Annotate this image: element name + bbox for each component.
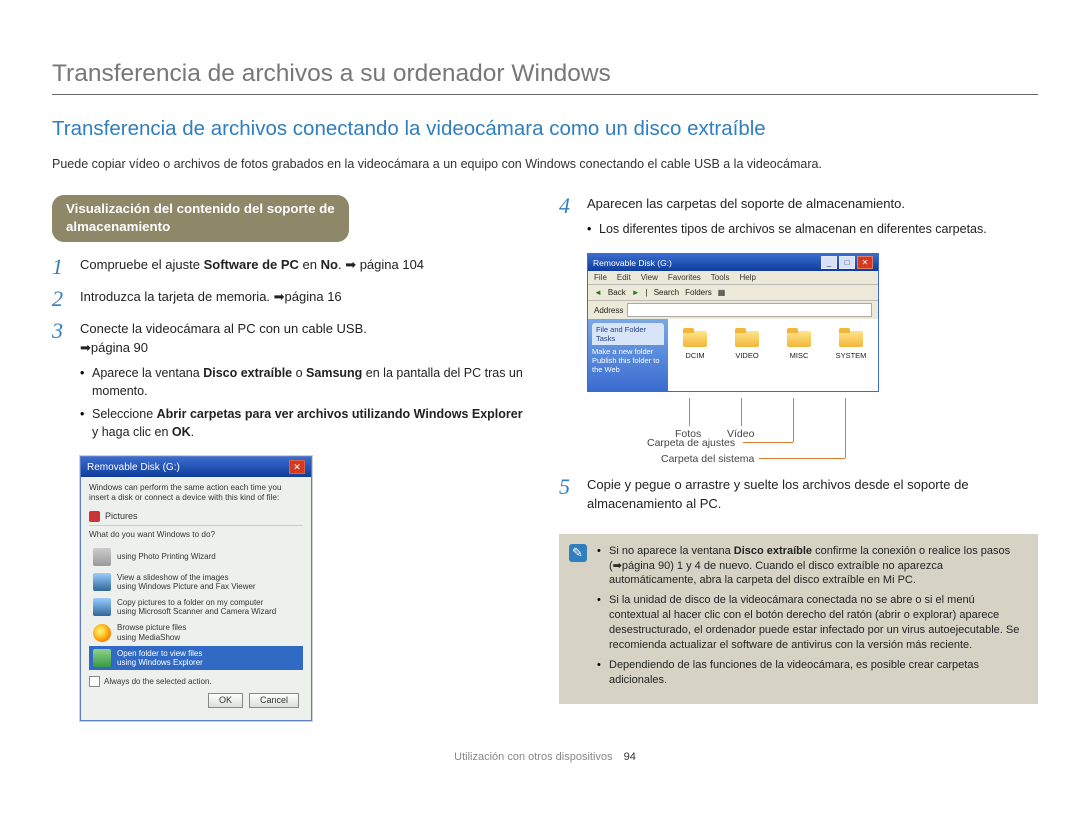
close-icon[interactable]: ✕ [289,460,305,474]
side-link-new-folder[interactable]: Make a new folder [592,347,664,356]
footer-section: Utilización con otros dispositivos [454,751,612,763]
step-5: 5 Copie y pegue o arrastre y suelte los … [559,476,1038,514]
folder-system[interactable]: SYSTEM [834,327,868,360]
folder-icon [681,327,709,349]
step-1: 1 Compruebe el ajuste Software de PC en … [52,256,531,278]
autoplay-titlebar: Removable Disk (G:) ✕ [81,457,311,477]
step-2: 2 Introduzca la tarjeta de memoria. ➡pág… [52,288,531,310]
explorer-content: DCIM VIDEO MISC SYSTEM [668,319,878,391]
menu-tools[interactable]: Tools [711,273,730,282]
autoplay-option-slideshow[interactable]: View a slideshow of the imagesusing Wind… [89,570,303,594]
note-icon [569,544,587,562]
s1-pre: Compruebe el ajuste [80,257,204,272]
pictures-icon [89,511,100,522]
note-box: Si no aparece la ventana Disco extraíble… [559,534,1038,705]
scanner-icon [93,598,111,616]
s1-bold1: Software de PC [204,257,299,272]
views-icon[interactable]: ▦ [718,288,726,297]
explorer-toolbar[interactable]: ◄ Back ► | Search Folders ▦ [588,284,878,300]
address-input[interactable] [627,303,872,317]
explorer-menubar[interactable]: File Edit View Favorites Tools Help [588,271,878,284]
step-2-number: 2 [52,288,70,310]
mediashow-icon [93,624,111,642]
autoplay-option-print[interactable]: using Photo Printing Wizard [89,545,303,569]
folders-button[interactable]: Folders [685,288,712,297]
subsection-pill: Visualización del contenido del soporte … [52,195,349,242]
s3-bullet1: Aparece la ventana Disco extraíble o Sam… [80,364,531,400]
maximize-icon[interactable]: □ [839,256,855,269]
folder-video[interactable]: VIDEO [730,327,764,360]
callout-ajustes: Carpeta de ajustes [647,437,735,449]
side-tasks-header: File and Folder Tasks [592,323,664,345]
folder-icon [785,327,813,349]
checkbox-icon[interactable] [89,676,100,687]
step-1-number: 1 [52,256,70,278]
title-rule [52,94,1038,95]
autoplay-dialog: Removable Disk (G:) ✕ Windows can perfor… [80,456,312,721]
autoplay-option-openfolder[interactable]: Open folder to view filesusing Windows E… [89,646,303,670]
menu-view[interactable]: View [641,273,658,282]
explorer-side-panel: File and Folder Tasks Make a new folder … [588,319,668,391]
folder-icon [733,327,761,349]
ok-button[interactable]: OK [208,693,243,708]
callout-sistema: Carpeta del sistema [661,453,754,465]
s3-bullet2: Seleccione Abrir carpetas para ver archi… [80,405,531,441]
s1-mid: en [299,257,321,272]
step-5-number: 5 [559,476,577,498]
note-item-2: Si la unidad de disco de la videocámara … [597,593,1024,652]
search-button[interactable]: Search [654,288,679,297]
explorer-titlebar: Removable Disk (G:) _ □ ✕ [588,254,878,271]
right-column: 4 Aparecen las carpetas del soporte de a… [559,195,1038,704]
autoplay-always-checkbox[interactable]: Always do the selected action. [89,676,303,687]
menu-file[interactable]: File [594,273,607,282]
s1-post: . ➡ página 104 [338,257,424,272]
side-link-publish[interactable]: Publish this folder to the Web [592,356,664,374]
minimize-icon[interactable]: _ [821,256,837,269]
pill-line2: almacenamiento [66,219,170,234]
autoplay-option-browse[interactable]: Browse picture filesusing MediaShow [89,620,303,644]
step-4: 4 Aparecen las carpetas del soporte de a… [559,195,1038,243]
footer-page-number: 94 [624,751,636,763]
s4-bullet: Los diferentes tipos de archivos se alma… [587,220,987,238]
back-icon[interactable]: ◄ [594,288,602,297]
left-column: Visualización del contenido del soporte … [52,195,531,721]
monitor-icon [93,573,111,591]
note-item-3: Dependiendo de las funciones de la video… [597,658,1024,688]
step-3-number: 3 [52,320,70,342]
page-title: Transferencia de archivos a su ordenador… [52,60,1038,88]
menu-edit[interactable]: Edit [617,273,631,282]
pill-line1: Visualización del contenido del soporte … [66,201,335,216]
page-footer: Utilización con otros dispositivos 94 [52,751,1038,763]
explorer-addressbar[interactable]: Address [588,300,878,319]
open-folder-icon [93,649,111,667]
note-item-1: Si no aparece la ventana Disco extraíble… [597,544,1024,589]
section-title: Transferencia de archivos conectando la … [52,117,1038,141]
back-button[interactable]: Back [608,288,626,297]
menu-help[interactable]: Help [739,273,755,282]
folder-dcim[interactable]: DCIM [678,327,712,360]
s3-cont: ➡página 90 [80,340,148,355]
s3-text: Conecte la videocámara al PC con un cabl… [80,321,367,336]
step-2-text: Introduzca la tarjeta de memoria. ➡págin… [80,288,342,307]
autoplay-option-copy[interactable]: Copy pictures to a folder on my computer… [89,595,303,619]
autoplay-pictures-row: Pictures [89,508,303,526]
autoplay-desc: Windows can perform the same action each… [89,483,303,503]
step-3: 3 Conecte la videocámara al PC con un ca… [52,320,531,446]
s1-bold2: No [321,257,338,272]
explorer-window: Removable Disk (G:) _ □ ✕ File Edit View… [587,253,879,392]
menu-favorites[interactable]: Favorites [668,273,701,282]
intro-paragraph: Puede copiar vídeo o archivos de fotos g… [52,155,1038,173]
autoplay-prompt: What do you want Windows to do? [89,530,303,540]
folder-icon [837,327,865,349]
step-5-text: Copie y pegue o arrastre y suelte los ar… [587,476,1038,514]
forward-icon[interactable]: ► [632,288,640,297]
s4-text: Aparecen las carpetas del soporte de alm… [587,196,905,211]
step-4-number: 4 [559,195,577,217]
cancel-button[interactable]: Cancel [249,693,299,708]
autoplay-title: Removable Disk (G:) [87,462,180,473]
close-icon[interactable]: ✕ [857,256,873,269]
folder-misc[interactable]: MISC [782,327,816,360]
printer-icon [93,548,111,566]
